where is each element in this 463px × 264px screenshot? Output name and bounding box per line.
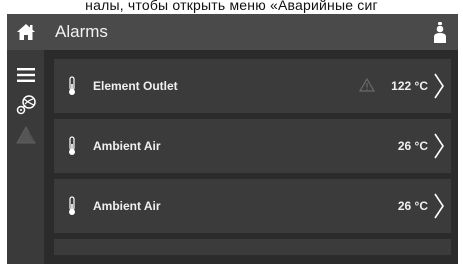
sidebar: [7, 50, 44, 264]
alarm-value: 26 °C: [397, 139, 428, 153]
alarms-nav-button[interactable]: [7, 120, 44, 150]
top-bar: Alarms: [7, 14, 458, 50]
alarm-row[interactable]: Ambient Air 26 °C: [54, 119, 451, 173]
fan-icon: [16, 95, 36, 115]
thermometer-icon: [69, 196, 75, 215]
home-button[interactable]: [7, 14, 44, 50]
alarm-value: 26 °C: [397, 199, 428, 213]
alarm-row[interactable]: Ambient Air 26 °C: [54, 179, 451, 233]
chevron-right-icon: [434, 73, 444, 99]
alarm-label: Ambient Air: [93, 199, 161, 213]
alarm-label: Element Outlet: [93, 79, 178, 93]
fan-button[interactable]: [7, 90, 44, 120]
home-icon: [16, 24, 35, 40]
menu-icon: [16, 68, 35, 82]
page-caption: налы, чтобы открыть меню «Аварийные сиг: [85, 0, 378, 13]
user-icon[interactable]: [432, 22, 448, 44]
warning-icon: [15, 126, 36, 144]
alarms-screen: Alarms Element Outlet 122 °C Ambient Air…: [7, 14, 458, 264]
alarm-value: 122 °C: [391, 79, 428, 93]
chevron-right-icon: [434, 133, 444, 159]
menu-button[interactable]: [7, 60, 44, 90]
alarm-label: Ambient Air: [93, 139, 161, 153]
thermometer-icon: [69, 136, 75, 155]
alarm-row-placeholder: [54, 239, 451, 255]
warning-icon: [359, 78, 375, 92]
alarm-list: Element Outlet 122 °C Ambient Air 26 °C: [44, 50, 458, 264]
alarm-row[interactable]: Element Outlet 122 °C: [54, 59, 451, 113]
thermometer-icon: [69, 76, 75, 95]
chevron-right-icon: [434, 193, 444, 219]
page-title: Alarms: [55, 22, 108, 41]
